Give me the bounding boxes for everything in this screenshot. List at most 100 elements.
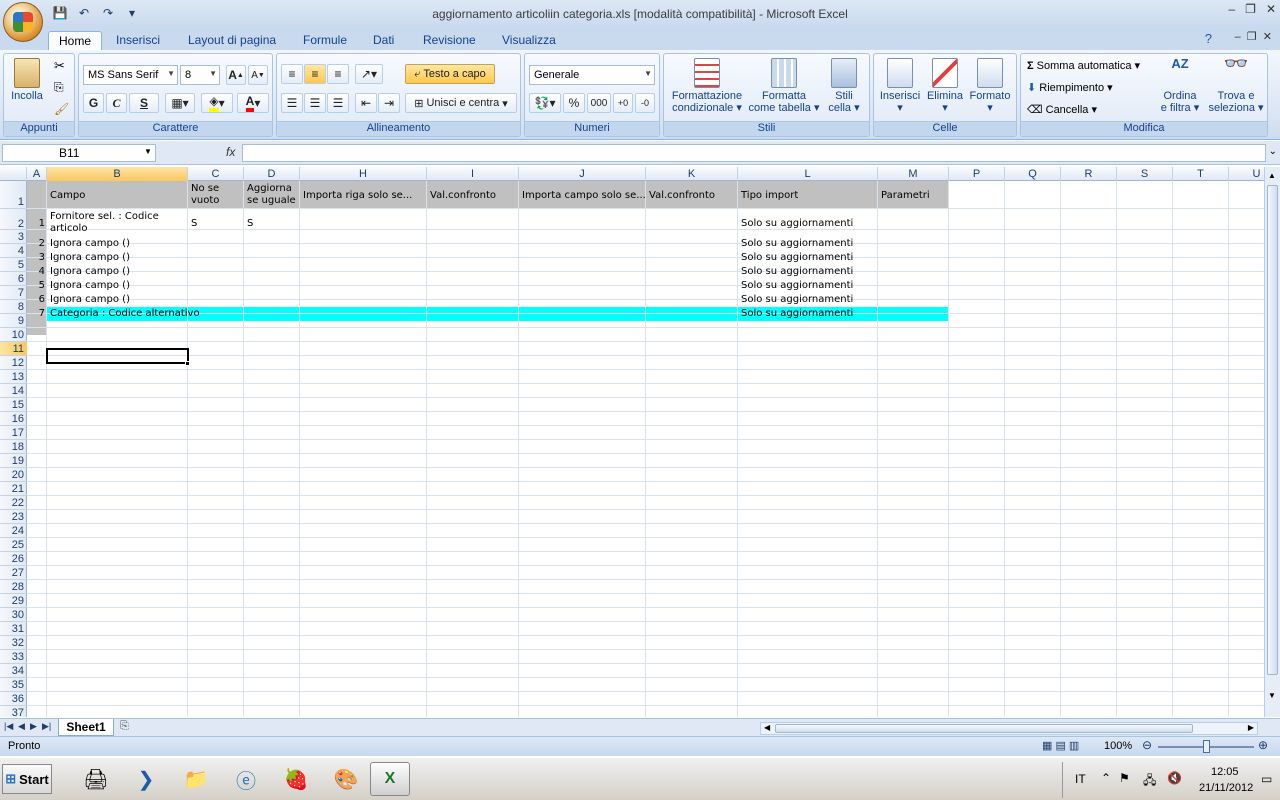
taskbar-app-1-icon[interactable]: 🖨 <box>76 762 116 796</box>
clock-time[interactable]: 12:05 <box>1211 766 1239 778</box>
column-header-l[interactable]: L <box>738 167 878 181</box>
cell-a4[interactable]: 3 <box>28 252 47 264</box>
office-button[interactable] <box>3 2 43 42</box>
row-header-14[interactable]: 14 <box>0 384 27 398</box>
start-button[interactable]: ⊞ Start <box>2 764 52 794</box>
tray-expand-icon[interactable]: ⌃ <box>1101 771 1111 785</box>
column-header-u[interactable]: U <box>1229 167 1264 181</box>
first-sheet-icon[interactable]: |◀ <box>4 721 13 732</box>
workbook-controls[interactable]: – ❐ ✕ <box>1235 30 1272 43</box>
row-header-5[interactable]: 5 <box>0 258 27 272</box>
insert-cells-button[interactable]: Inserisci ▾ <box>877 58 923 114</box>
fill-button[interactable]: ⬇ Riempimento ▾ <box>1027 82 1113 94</box>
cell-b7[interactable]: Ignora campo () <box>48 294 130 306</box>
column-header-h[interactable]: H <box>300 167 427 181</box>
zoom-level[interactable]: 100% <box>1104 740 1132 752</box>
help-icon[interactable]: ? <box>1205 31 1212 46</box>
conditional-formatting-button[interactable]: Formattazione condizionale ▾ <box>667 58 747 114</box>
next-sheet-icon[interactable]: ▶ <box>30 721 37 732</box>
autosum-button[interactable]: Σ Somma automatica ▾ <box>1027 60 1140 72</box>
fx-button[interactable]: fx <box>160 144 240 162</box>
column-header-c[interactable]: C <box>188 167 244 181</box>
row-header-10[interactable]: 10 <box>0 328 27 342</box>
merge-center-button[interactable]: ⊞ Unisci e centra ▾ <box>405 93 517 113</box>
bold-button[interactable]: G <box>83 93 104 113</box>
row-header-36[interactable]: 36 <box>0 692 27 706</box>
row-header-18[interactable]: 18 <box>0 440 27 454</box>
expand-formula-bar-icon[interactable]: ⌄ <box>1269 146 1277 157</box>
row-header-2[interactable]: 2 <box>0 209 27 230</box>
taskbar-paint-icon[interactable]: 🎨 <box>326 762 366 796</box>
italic-button[interactable]: C <box>106 93 127 113</box>
column-header-a[interactable]: A <box>27 167 47 181</box>
row-header-28[interactable]: 28 <box>0 580 27 594</box>
font-name-combo[interactable]: MS Sans Serif ▼ <box>83 65 178 85</box>
row-header-15[interactable]: 15 <box>0 398 27 412</box>
copy-icon[interactable]: ⎘ <box>54 80 64 95</box>
borders-button[interactable]: ▦▾ <box>165 93 195 113</box>
cell-b1[interactable]: Campo <box>48 190 85 202</box>
cell-d2[interactable]: S <box>245 218 253 230</box>
accounting-format-button[interactable]: 💱 ▾ <box>529 93 561 113</box>
cell-i1[interactable]: Val.confronto <box>428 190 496 202</box>
row-header-7[interactable]: 7 <box>0 286 27 300</box>
align-left-button[interactable]: ☰ <box>281 93 303 113</box>
vertical-scrollbar[interactable]: ▲ ▼ <box>1264 167 1280 717</box>
align-top-button[interactable]: ≡ <box>281 64 303 84</box>
cell-b4[interactable]: Ignora campo () <box>48 252 130 264</box>
scroll-up-icon[interactable]: ▲ <box>1268 171 1276 180</box>
cell-b6[interactable]: Ignora campo () <box>48 280 130 292</box>
cell-l6[interactable]: Solo su aggiornamenti <box>739 280 853 292</box>
active-cell-b11[interactable] <box>46 348 189 364</box>
sheet-tab-sheet1[interactable]: Sheet1 <box>58 719 114 736</box>
row-header-16[interactable]: 16 <box>0 412 27 426</box>
decrease-indent-button[interactable]: ⇤ <box>355 93 377 113</box>
cell-l8[interactable]: Solo su aggiornamenti <box>739 308 853 320</box>
cell-m1[interactable]: Parametri <box>879 190 930 202</box>
taskbar-excel-icon[interactable]: X <box>370 762 410 796</box>
row-header-6[interactable]: 6 <box>0 272 27 286</box>
font-color-button[interactable]: A ▾ <box>237 93 269 113</box>
tab-insert[interactable]: Inserisci <box>106 31 170 50</box>
column-header-j[interactable]: J <box>519 167 646 181</box>
cell-j1[interactable]: Importa campo solo se... <box>520 190 645 202</box>
row-header-3[interactable]: 3 <box>0 230 27 244</box>
cell-d1[interactable]: Aggiorna se uguale <box>245 183 296 207</box>
cell-l3[interactable]: Solo su aggiornamenti <box>739 238 853 250</box>
name-box[interactable]: B11 <box>2 144 156 162</box>
tab-view[interactable]: Visualizza <box>492 31 566 50</box>
row-header-23[interactable]: 23 <box>0 510 27 524</box>
cell-l7[interactable]: Solo su aggiornamenti <box>739 294 853 306</box>
cell-h1[interactable]: Importa riga solo se... <box>301 190 426 202</box>
view-buttons[interactable]: ▦ ▤ ▥ <box>1042 739 1079 752</box>
cell-l5[interactable]: Solo su aggiornamenti <box>739 266 853 278</box>
align-right-button[interactable]: ☰ <box>327 93 349 113</box>
row-header-13[interactable]: 13 <box>0 370 27 384</box>
column-header-k[interactable]: K <box>646 167 738 181</box>
cell-a6[interactable]: 5 <box>28 280 47 292</box>
show-desktop-icon[interactable]: ▭ <box>1261 772 1272 786</box>
format-cells-button[interactable]: Formato ▾ <box>967 58 1013 114</box>
cell-b5[interactable]: Ignora campo () <box>48 266 130 278</box>
delete-cells-button[interactable]: Elimina ▾ <box>923 58 967 114</box>
paste-button[interactable]: Incolla <box>7 58 47 102</box>
row-header-19[interactable]: 19 <box>0 454 27 468</box>
row-header-4[interactable]: 4 <box>0 244 27 258</box>
cell-b3[interactable]: Ignora campo () <box>48 238 130 250</box>
column-header-p[interactable]: P <box>949 167 1005 181</box>
shrink-font-button[interactable]: A ▼ <box>248 65 268 85</box>
align-bottom-button[interactable]: ≡ <box>327 64 349 84</box>
find-select-button[interactable]: 👓 Trova e seleziona ▾ <box>1207 54 1265 114</box>
percent-button[interactable]: % <box>563 93 585 113</box>
tab-formulas[interactable]: Formule <box>293 31 357 50</box>
cell-a8[interactable]: 7 <box>28 308 47 320</box>
maximize-button[interactable]: ❐ <box>1245 2 1256 16</box>
taskbar-powershell-icon[interactable]: ❯ <box>126 762 166 796</box>
tab-home[interactable]: Home <box>48 31 103 50</box>
row-header-30[interactable]: 30 <box>0 608 27 622</box>
number-format-combo[interactable]: Generale ▼ <box>529 65 655 85</box>
tab-review[interactable]: Revisione <box>413 31 486 50</box>
cell-a3[interactable]: 2 <box>28 238 47 250</box>
network-icon[interactable]: 🖧 <box>1143 771 1156 792</box>
increase-decimal-button[interactable]: +0 <box>613 93 633 113</box>
